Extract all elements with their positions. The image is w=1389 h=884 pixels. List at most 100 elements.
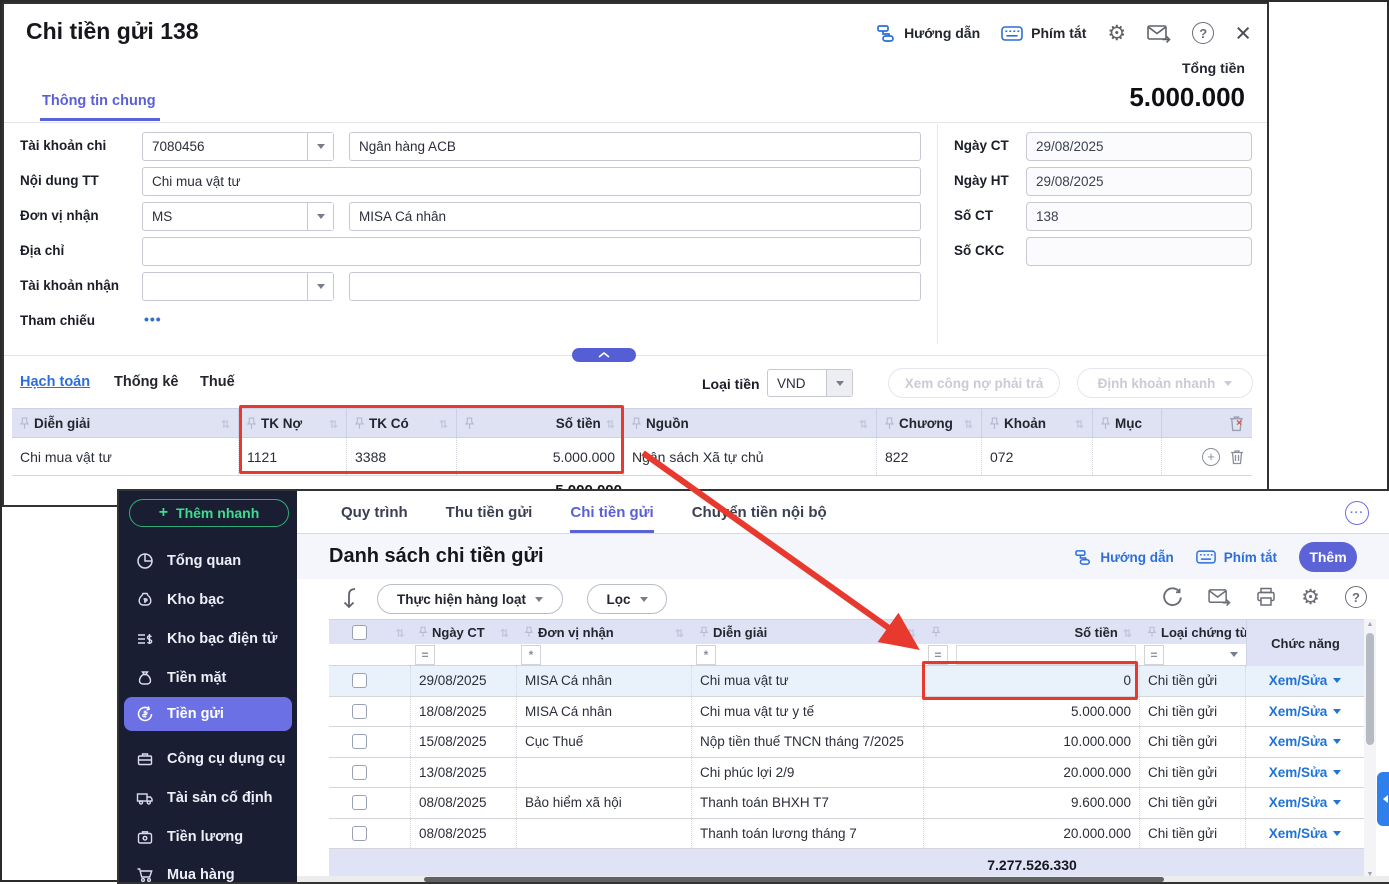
column-header[interactable]: TK Nợ xyxy=(239,409,347,437)
view-edit-button[interactable]: Xem/Sửa xyxy=(1269,704,1342,719)
filter-cell-receiver[interactable]: * xyxy=(517,644,692,665)
more-tabs-icon[interactable]: ··· xyxy=(1345,501,1369,525)
view-edit-button[interactable]: Xem/Sửa xyxy=(1269,826,1342,841)
quick-entry-button[interactable]: Định khoản nhanh xyxy=(1077,368,1253,398)
view-payables-button[interactable]: Xem công nợ phải trả xyxy=(888,368,1060,398)
sort-icon[interactable] xyxy=(1075,416,1084,431)
settings-icon[interactable] xyxy=(1301,586,1320,608)
collapse-form-button[interactable] xyxy=(572,348,636,362)
payment-content-input[interactable]: Chi mua vật tư xyxy=(142,167,921,196)
chevron-down-icon[interactable] xyxy=(1230,652,1238,657)
sidebar-item-cash[interactable]: Tiền mặt xyxy=(124,658,292,697)
column-header[interactable]: Loại chứng từ xyxy=(1140,620,1246,644)
row-checkbox[interactable] xyxy=(352,734,367,749)
column-header[interactable]: Nguồn xyxy=(624,409,877,437)
column-header[interactable]: Mục xyxy=(1093,409,1162,437)
column-header[interactable]: Chương xyxy=(877,409,982,437)
mail-send-icon[interactable] xyxy=(1147,24,1171,43)
filter-cell-amount[interactable]: = xyxy=(924,644,1140,665)
sort-icon[interactable] xyxy=(859,416,868,431)
add-button[interactable]: Thêm xyxy=(1299,542,1357,572)
chevron-down-icon[interactable] xyxy=(307,133,333,160)
column-header[interactable]: Khoản xyxy=(982,409,1093,437)
help-icon[interactable] xyxy=(1345,586,1367,608)
column-header[interactable]: Số tiền xyxy=(924,620,1140,644)
scroll-up-arrow[interactable]: ▲ xyxy=(1364,621,1376,628)
shortcuts-button[interactable]: Phím tắt xyxy=(1196,550,1277,565)
entry-cell-clause[interactable]: 072 xyxy=(982,438,1093,475)
help-icon[interactable] xyxy=(1192,22,1214,44)
entry-cell-debit[interactable]: 1121 xyxy=(239,438,347,475)
filter-cell-description[interactable]: * xyxy=(692,644,924,665)
filter-operator[interactable]: * xyxy=(521,645,541,665)
row-checkbox[interactable] xyxy=(352,765,367,780)
filter-operator[interactable]: = xyxy=(928,645,948,665)
scrollbar-thumb[interactable] xyxy=(1366,633,1374,745)
filter-operator[interactable]: = xyxy=(1144,645,1164,665)
scrollbar-thumb[interactable] xyxy=(424,877,1164,882)
column-header[interactable]: TK Có xyxy=(347,409,457,437)
receiver-name-input[interactable]: MISA Cá nhân xyxy=(349,202,921,231)
sort-icon[interactable] xyxy=(395,625,404,640)
view-edit-button[interactable]: Xem/Sửa xyxy=(1269,673,1342,688)
sidebar-item-purchasing[interactable]: Mua hàng xyxy=(124,855,292,884)
shortcuts-button[interactable]: Phím tắt xyxy=(1001,25,1086,41)
entry-cell-source[interactable]: Ngân sách Xã tự chủ xyxy=(624,438,877,475)
filter-input[interactable] xyxy=(724,645,920,665)
filter-input[interactable] xyxy=(549,645,688,665)
sidebar-item-fixed-assets[interactable]: Tài sản cố định xyxy=(124,778,292,817)
account-out-combo[interactable]: 7080456 xyxy=(142,132,334,161)
entry-cell-credit[interactable]: 3388 xyxy=(347,438,457,475)
sort-icon[interactable] xyxy=(907,625,916,640)
close-icon[interactable] xyxy=(1235,23,1251,43)
tab-accounting[interactable]: Hạch toán xyxy=(20,374,90,390)
printer-icon[interactable] xyxy=(1256,587,1276,607)
sort-icon[interactable] xyxy=(329,416,338,431)
sort-icon[interactable] xyxy=(439,416,448,431)
delete-row-icon[interactable] xyxy=(1230,449,1244,465)
sort-icon[interactable] xyxy=(606,416,615,431)
settings-icon[interactable] xyxy=(1107,22,1126,44)
account-out-name-input[interactable]: Ngân hàng ACB xyxy=(349,132,921,161)
account-in-name-input[interactable] xyxy=(349,272,921,301)
sort-icon[interactable] xyxy=(964,416,973,431)
filter-operator[interactable]: = xyxy=(415,645,435,665)
reference-more-link[interactable]: ••• xyxy=(144,311,162,327)
row-checkbox[interactable] xyxy=(352,704,367,719)
row-checkbox[interactable] xyxy=(352,795,367,810)
view-edit-button[interactable]: Xem/Sửa xyxy=(1269,795,1342,810)
guide-button[interactable]: Hướng dẫn xyxy=(1075,550,1173,565)
filter-input[interactable] xyxy=(1172,645,1242,665)
sort-icon[interactable] xyxy=(221,416,230,431)
row-checkbox[interactable] xyxy=(352,826,367,841)
vertical-scrollbar[interactable]: ▲ ▼ xyxy=(1364,619,1376,880)
column-header[interactable]: Diễn giải xyxy=(12,409,239,437)
filter-button[interactable]: Lọc xyxy=(587,584,667,614)
sidebar-item-tools[interactable]: Công cụ dụng cụ xyxy=(124,739,292,778)
address-input[interactable] xyxy=(142,237,921,266)
tab-workflow[interactable]: Quy trình xyxy=(341,491,408,533)
quick-add-button[interactable]: + Thêm nhanh xyxy=(129,499,289,527)
filter-cell-date[interactable]: = xyxy=(411,644,517,665)
sort-icon[interactable] xyxy=(500,625,509,640)
tab-statistics[interactable]: Thống kê xyxy=(114,374,178,390)
sort-flow-icon[interactable] xyxy=(341,587,361,611)
receiver-combo[interactable]: MS xyxy=(142,202,334,231)
row-checkbox[interactable] xyxy=(352,673,367,688)
sidebar-item-treasury[interactable]: Kho bạc xyxy=(124,580,292,619)
entry-cell-chapter[interactable]: 822 xyxy=(877,438,982,475)
view-edit-button[interactable]: Xem/Sửa xyxy=(1269,765,1342,780)
entry-cell-item[interactable] xyxy=(1093,438,1162,475)
tab-tax[interactable]: Thuế xyxy=(200,374,235,390)
column-header[interactable]: Diễn giải xyxy=(692,620,924,644)
sort-icon[interactable] xyxy=(675,625,684,640)
tab-internal-transfer[interactable]: Chuyển tiền nội bộ xyxy=(692,491,827,533)
doc-date-input[interactable]: 29/08/2025 xyxy=(1026,132,1252,161)
chevron-down-icon[interactable] xyxy=(307,203,333,230)
currency-combo[interactable]: VND xyxy=(767,369,853,397)
filter-input[interactable] xyxy=(956,645,1136,665)
guide-button[interactable]: Hướng dẫn xyxy=(877,25,980,42)
batch-actions-button[interactable]: Thực hiện hàng loạt xyxy=(377,584,563,614)
filter-cell-doctype[interactable]: = xyxy=(1140,644,1246,665)
ckc-no-input[interactable] xyxy=(1026,237,1252,266)
